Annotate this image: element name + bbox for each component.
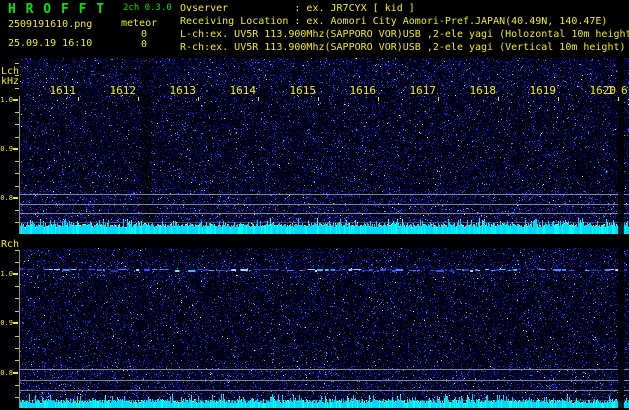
meteor-counter-label: meteor [121,18,158,29]
rch-axis-label: Rch [1,239,20,250]
version-label: 2ch 0.3.0 [123,3,172,13]
lch-receiver-info-line: L-ch:ex. UV5R 113.900Mhz(SAPPORO VOR)USB… [180,29,629,40]
lch-ytick-label-2: 0.9 [0,145,13,153]
minute-tick-mark [78,97,79,101]
rch-minor-tick [15,348,19,349]
lch-minor-tick [15,173,19,174]
time-label-partial: 1 [607,84,614,97]
lch-minor-tick [15,186,19,187]
minute-tick-mark [618,97,619,101]
lch-minor-tick [15,75,19,76]
lch-axis-line [19,96,20,234]
minute-tick-mark [378,97,379,101]
minute-tick-mark [438,97,439,101]
lch-minor-tick [15,222,19,223]
lch-minor-tick [15,88,19,89]
lch-minor-tick [15,112,19,113]
minute-tick-mark [138,97,139,101]
minute-tick-mark [318,97,319,101]
location-info-line: Receiving Location : ex. Aomori City Aom… [180,16,608,27]
rch-axis-line [19,250,20,408]
time-label: 1612 [109,84,137,97]
rch-receiver-info-line: R-ch:ex. UV5R 113.900Mhz(SAPPORO VOR)USB… [180,42,626,53]
rch-minor-tick [15,250,19,251]
observer-info-line: Ovserver : ex. JR7CYX [ kid ] [180,3,415,14]
time-label: 1618 [469,84,497,97]
time-label: 1611 [49,84,77,97]
lch-minor-tick [15,210,19,211]
time-label: 1616 [349,84,377,97]
rch-minor-tick [15,397,19,398]
meteor-count-2: 0 [140,39,147,50]
lch-major-tick [13,197,18,199]
time-label: 1617 [409,84,437,97]
minute-tick-mark [258,97,259,101]
time-label: 1614 [229,84,257,97]
rch-major-tick [13,322,18,324]
rch-minor-tick [15,360,19,361]
rch-major-tick [13,273,18,275]
time-label: 1613 [169,84,197,97]
lch-ytick-label-1: 1.0 [0,96,13,104]
app-title: H R O F F T [8,2,106,17]
rch-minor-tick [15,262,19,263]
minute-tick-mark [198,97,199,101]
datetime-label: 25.09.19 16:10 [8,38,93,49]
lch-minor-tick [15,137,19,138]
lch-minor-tick [15,161,19,162]
filename-label: 2509191610.png [8,19,93,30]
rch-minor-tick [15,336,19,337]
hrofft-window: H R O F F T 2ch 0.3.0 2509191610.png met… [0,0,629,410]
lch-ytick-label-3: 0.8 [0,194,13,202]
rch-ytick-label-2: 0.9 [0,319,13,327]
minute-tick-mark [498,97,499,101]
lch-minor-tick [15,63,19,64]
time-label: 1615 [289,84,317,97]
rch-ytick-label-3: 0.8 [0,369,13,377]
rch-spectrogram-canvas [20,248,629,408]
rch-minor-tick [15,311,19,312]
lch-major-tick [13,148,18,150]
time-label: 1619 [529,84,557,97]
lch-unit-label: kHz [1,76,20,87]
time-label-partial: 6 [621,84,628,97]
lch-minor-tick [15,124,19,125]
rch-minor-tick [15,286,19,287]
rch-major-tick [13,372,18,374]
rch-minor-tick [15,385,19,386]
rch-ytick-label-1: 1.0 [0,270,13,278]
lch-major-tick [13,99,18,101]
minute-tick-mark [558,97,559,101]
rch-minor-tick [15,298,19,299]
